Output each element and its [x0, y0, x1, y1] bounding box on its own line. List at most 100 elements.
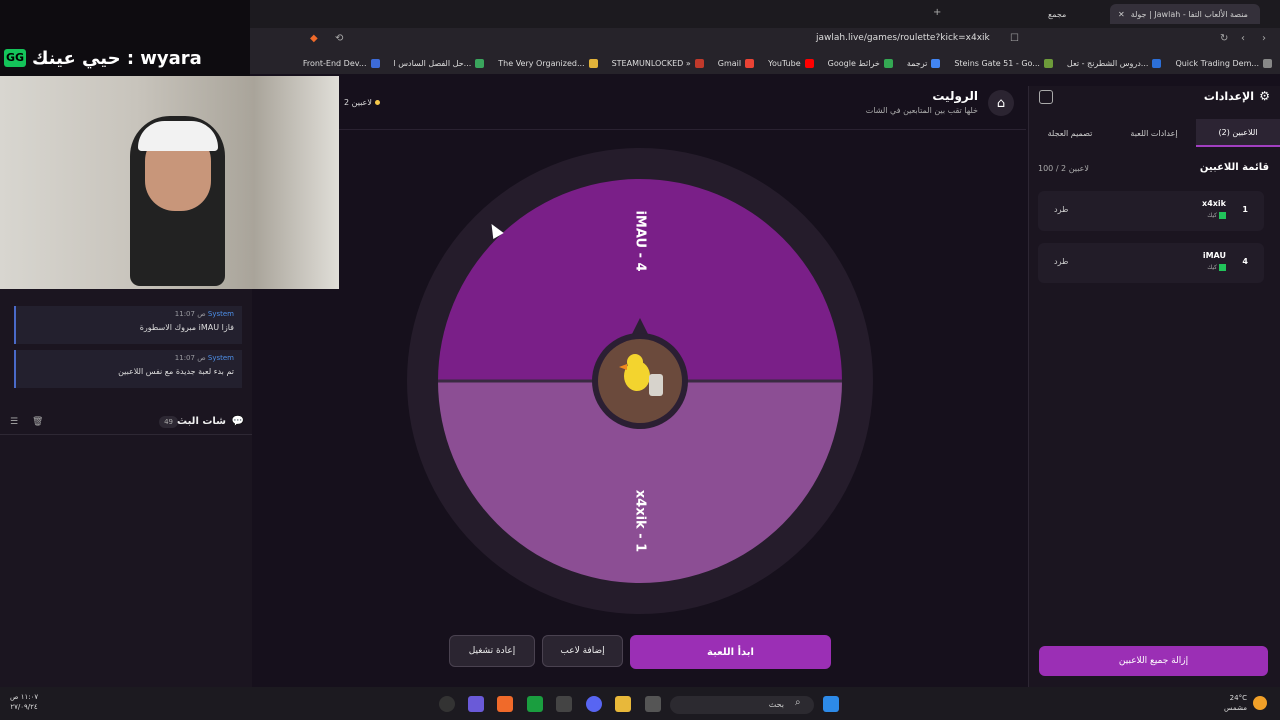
player-name: iMAU: [1202, 251, 1226, 260]
teams-icon[interactable]: [468, 696, 484, 712]
file-explorer-icon[interactable]: [615, 696, 631, 712]
bookmark-favicon-icon: [1152, 58, 1162, 68]
discord-icon[interactable]: [586, 696, 602, 712]
bookmark-favicon-icon: [745, 58, 755, 68]
player-platform: كيك: [1207, 212, 1226, 219]
chat-panel: [0, 289, 252, 687]
task-view-icon[interactable]: [645, 696, 661, 712]
home-icon: ⌂: [996, 95, 1006, 111]
bookmark-label: STEAMUNLOCKED »: [611, 58, 691, 68]
reload-icon[interactable]: ↻: [1220, 33, 1228, 44]
game-title: الروليت: [932, 89, 978, 103]
address-bar[interactable]: jawlah.live/games/roulette?kick=x4xik: [816, 33, 990, 43]
search-icon: ⌕: [795, 697, 801, 708]
webcam-feed: [0, 76, 339, 289]
bookmark-item[interactable]: Google خرائط: [827, 58, 893, 68]
bookmark-label: The Very Organized...: [498, 58, 585, 68]
gear-icon: ⚙: [1259, 89, 1270, 103]
settings-title: الإعدادات: [1203, 90, 1254, 103]
restart-button[interactable]: إعادة تشغيل: [449, 635, 535, 667]
chat-title: شات البث: [177, 416, 226, 427]
bookmark-item[interactable]: STEAMUNLOCKED »: [611, 58, 704, 68]
mug-icon: [649, 374, 663, 396]
tab-wheel-design[interactable]: تصميم العجلة: [1028, 119, 1112, 147]
players-list-count: 100 / 2 لاعبين: [1038, 164, 1089, 173]
bookmark-favicon-icon: [588, 58, 598, 68]
browser-tab[interactable]: مجمع: [1040, 4, 1100, 24]
bookmark-item[interactable]: دروس الشطرنج - تعل...: [1067, 58, 1162, 68]
player-row: 4 iMAU كيك طرد: [1038, 243, 1264, 283]
brave-icon[interactable]: [497, 696, 513, 712]
menu-icon[interactable]: ☰: [10, 417, 18, 427]
bookmark-item[interactable]: Quick Trading Dem...: [1175, 58, 1272, 68]
bookmark-favicon-icon: [475, 58, 485, 68]
player-number: 4: [1242, 257, 1248, 266]
player-name: x4xik: [1202, 199, 1226, 208]
history-icon[interactable]: ⟲: [335, 33, 343, 44]
streamer-name: حيي عينك : wyara: [32, 48, 202, 69]
tab-label: جولة | Jawlah - منصة الألعاب التفا: [1130, 9, 1248, 19]
bookmark-label: Gmail: [717, 58, 742, 68]
game-subtitle: خلها تقب بين المتابعين في الشات: [865, 106, 978, 115]
players-count: 2 لاعبين: [344, 98, 380, 107]
players-list-title: قائمة اللاعبين: [1199, 162, 1269, 173]
add-player-button[interactable]: إضافة لاعب: [542, 635, 623, 667]
kick-player-button[interactable]: طرد: [1054, 257, 1068, 266]
sun-icon: [1253, 696, 1267, 710]
bookmark-label: حل الفصل السادس ا...: [393, 58, 472, 68]
taskbar-clock[interactable]: ١١:٠٧ ص ٢٧/٠٩/٢٤: [10, 692, 38, 712]
bookmark-label: Steins Gate 51 - Go...: [954, 58, 1040, 68]
start-game-button[interactable]: ابدأ اللعبة: [630, 635, 831, 669]
bookmark-favicon-icon: [804, 58, 814, 68]
bookmark-item[interactable]: YouTube: [768, 58, 814, 68]
taskbar-search[interactable]: بحث: [670, 696, 814, 714]
bookmark-item[interactable]: Front-End Dev...: [302, 58, 380, 68]
forward-icon[interactable]: ›: [1262, 33, 1266, 44]
obs-icon[interactable]: [439, 696, 455, 712]
system-message: 11:07 ص System تم بدء لعبة جديدة مع نفس …: [14, 350, 242, 388]
wheel-segment-label: iMAU - 4: [633, 210, 648, 271]
bookmark-item[interactable]: Gmail: [717, 58, 755, 68]
bookmark-favicon-icon: [694, 58, 704, 68]
roulette-wheel[interactable]: iMAU - 4 x4xik - 1: [405, 146, 875, 616]
bookmark-favicon-icon: [1043, 58, 1053, 68]
brave-shield-icon[interactable]: ◆: [310, 33, 318, 44]
viewer-count: 49: [159, 416, 178, 428]
wheel-segment-label: x4xik - 1: [633, 490, 648, 552]
home-button[interactable]: ⌂: [988, 90, 1014, 116]
collapse-panel-icon[interactable]: [1039, 90, 1053, 104]
remove-all-players-button[interactable]: إزالة جميع اللاعبين: [1039, 646, 1268, 676]
settings-panel: [1028, 86, 1280, 687]
streamer-cap: [138, 121, 218, 151]
new-tab-icon[interactable]: +: [933, 7, 941, 18]
bookmark-item[interactable]: حل الفصل السادس ا...: [393, 58, 485, 68]
store-icon[interactable]: [556, 696, 572, 712]
bookmark-label: ترجمة: [906, 58, 928, 68]
back-icon[interactable]: ‹: [1241, 33, 1245, 44]
bookmark-item[interactable]: Steins Gate 51 - Go...: [954, 58, 1053, 68]
taskbar-weather[interactable]: 24°C مشمس: [1224, 693, 1247, 713]
kick-player-button[interactable]: طرد: [1054, 205, 1068, 214]
chat-icon: 💬: [231, 416, 244, 427]
trash-icon[interactable]: 🗑: [32, 417, 43, 427]
windows-start-icon[interactable]: [823, 696, 839, 712]
browser-tab-active[interactable]: ✕ جولة | Jawlah - منصة الألعاب التفا: [1110, 4, 1260, 24]
bookmark-label: YouTube: [768, 58, 801, 68]
player-platform: كيك: [1207, 264, 1226, 271]
xbox-icon[interactable]: [527, 696, 543, 712]
bookmark-item[interactable]: The Very Organized...: [498, 58, 598, 68]
bookmark-item[interactable]: ترجمة: [906, 58, 941, 68]
bookmark-label: Google خرائط: [827, 58, 880, 68]
tab-game-settings[interactable]: إعدادات اللعبة: [1112, 119, 1196, 147]
status-dot-icon: [374, 100, 380, 105]
bookmark-icon[interactable]: ☐: [1010, 33, 1019, 44]
close-icon[interactable]: ✕: [1118, 10, 1125, 19]
overlay-logo: GG: [4, 49, 26, 67]
bookmark-favicon-icon: [1263, 58, 1272, 68]
bookmark-label: Quick Trading Dem...: [1175, 58, 1259, 68]
kick-icon: [1219, 212, 1226, 219]
tab-players[interactable]: اللاعبين (2): [1196, 119, 1280, 147]
bookmark-label: Front-End Dev...: [302, 58, 367, 68]
player-number: 1: [1242, 205, 1248, 214]
bookmark-favicon-icon: [883, 58, 893, 68]
